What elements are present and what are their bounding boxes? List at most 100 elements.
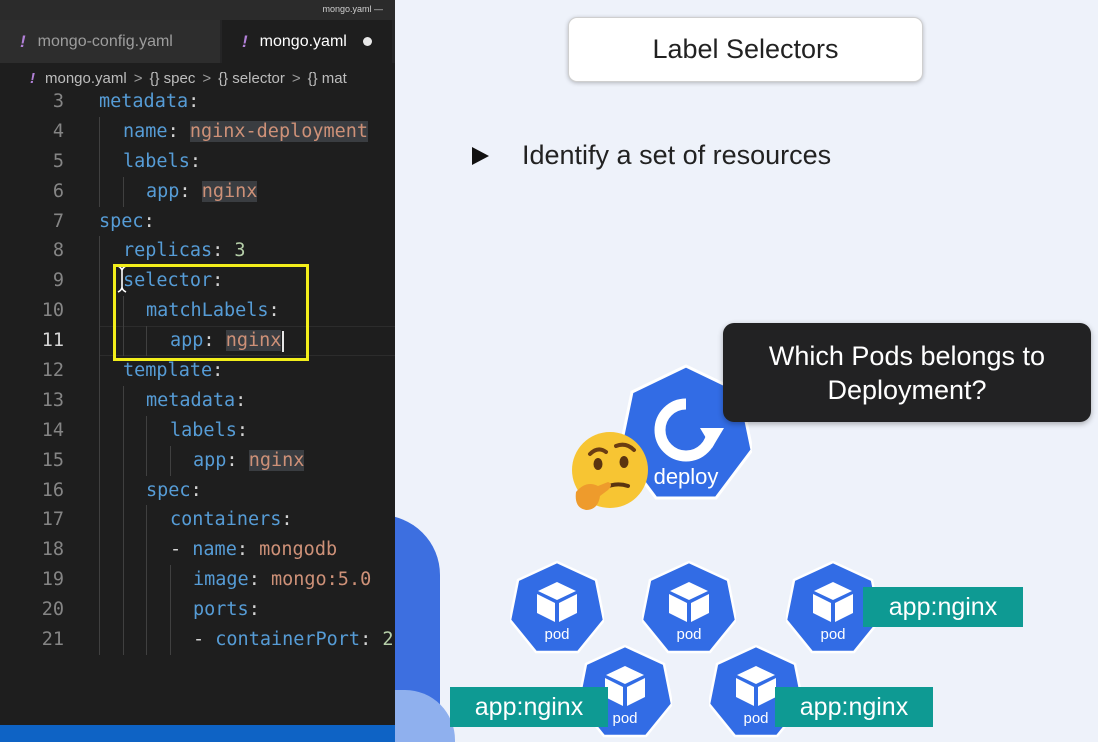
breadcrumb-separator: > — [133, 69, 143, 87]
line-number: 3 — [52, 91, 64, 112]
question-callout: Which Pods belongs to Deployment? — [723, 323, 1091, 422]
pod-label: pod — [544, 626, 570, 643]
code-line: 13 metadata: — [0, 385, 395, 416]
yaml-dash: - — [170, 539, 182, 561]
breadcrumb-item-file[interactable]: mongo.yaml — [45, 70, 127, 87]
code-line: 17 containers: — [0, 505, 395, 536]
code-editor[interactable]: mongo.yaml — ! mongo-config.yaml ! mongo… — [0, 0, 395, 742]
status-bar — [0, 725, 395, 742]
yaml-key: app — [193, 449, 227, 471]
unsaved-dot-icon[interactable] — [362, 37, 372, 46]
yaml-key: labels — [170, 419, 237, 441]
line-number: 7 — [52, 210, 64, 232]
line-number: 19 — [41, 569, 64, 591]
yaml-value: mongo:5.0 — [270, 569, 372, 591]
yaml-key: name — [123, 120, 168, 142]
yaml-colon: : — [248, 569, 260, 591]
line-number: 10 — [41, 300, 64, 322]
yaml-value: nginx — [248, 449, 305, 471]
line-number: 14 — [41, 419, 64, 441]
line-number: 12 — [41, 360, 64, 382]
yaml-colon: : — [190, 479, 202, 501]
line-number: 9 — [52, 270, 64, 292]
pod-label: pod — [676, 626, 702, 643]
code-area[interactable]: 3 metadata: 4 name: nginx-deployment 5 labe… — [0, 87, 395, 655]
label-tag: app:nginx — [863, 587, 1023, 627]
yaml-colon: : — [360, 629, 372, 651]
pod-label: pod — [820, 626, 846, 643]
code-line: 21 - containerPort: 2 — [0, 625, 395, 655]
code-line: 15 app: nginx — [0, 445, 395, 476]
code-line: 20 ports: — [0, 595, 395, 626]
breadcrumb-separator: > — [291, 69, 301, 87]
slide-title: Label Selectors — [568, 17, 923, 82]
window-title-bar: mongo.yaml — — [0, 0, 395, 20]
code-line: 7 spec: — [0, 207, 395, 237]
code-line: 18 - name: mongodb — [0, 535, 395, 566]
yaml-key: containers — [170, 509, 282, 531]
tab-mongo-yaml[interactable]: ! mongo.yaml — [222, 20, 392, 63]
line-number: 13 — [41, 389, 64, 411]
tab-mongo-config-yaml[interactable]: ! mongo-config.yaml — [0, 20, 220, 63]
yaml-value: 3 — [234, 240, 246, 262]
editor-tab-bar: ! mongo-config.yaml ! mongo.yaml — [0, 20, 395, 63]
line-number: 20 — [41, 599, 64, 621]
yaml-key: metadata — [146, 389, 236, 411]
yaml-key: template — [123, 360, 213, 382]
yaml-key: containerPort — [215, 629, 361, 651]
yaml-colon: : — [248, 599, 260, 621]
yaml-key: ports — [193, 599, 249, 621]
bullet-point: Identify a set of resources — [472, 140, 831, 171]
bullet-text: Identify a set of resources — [522, 140, 832, 170]
line-number: 18 — [41, 539, 64, 561]
yaml-key: labels — [123, 150, 190, 172]
yaml-key: app — [146, 180, 180, 202]
breadcrumb-item-selector[interactable]: {} selector — [218, 70, 285, 87]
thinking-face-icon — [572, 432, 648, 510]
yaml-file-icon: ! — [30, 69, 35, 87]
yaml-colon: : — [212, 360, 224, 382]
yaml-colon: : — [281, 509, 293, 531]
yaml-colon: : — [189, 150, 201, 172]
yaml-colon: : — [188, 91, 200, 112]
yaml-key: name — [192, 539, 237, 561]
breadcrumb-item-spec[interactable]: {} spec — [149, 70, 195, 87]
yaml-colon: : — [143, 210, 155, 232]
line-number: 15 — [41, 449, 64, 471]
yaml-key: image — [193, 569, 249, 591]
yaml-colon: : — [236, 539, 248, 561]
line-number: 17 — [41, 509, 64, 531]
yaml-key: spec — [99, 210, 144, 232]
decorative-shape — [395, 690, 455, 742]
breadcrumb-separator: > — [202, 69, 212, 87]
yaml-colon: : — [235, 389, 247, 411]
code-line: 3 metadata: — [0, 87, 395, 117]
yaml-colon: : — [226, 449, 238, 471]
yaml-file-icon: ! — [20, 31, 26, 51]
selector-highlight-box — [113, 264, 309, 361]
yaml-colon: : — [179, 180, 191, 202]
line-number: 21 — [41, 629, 64, 651]
line-number: 8 — [52, 240, 64, 262]
triangle-bullet-icon — [472, 146, 489, 165]
line-number: 6 — [52, 180, 64, 202]
yaml-key: metadata — [99, 91, 189, 112]
label-tag: app:nginx — [450, 687, 608, 727]
callout-line: Which Pods belongs to — [768, 341, 1046, 371]
code-line: 8 replicas: 3 — [0, 236, 395, 267]
yaml-dash: - — [193, 629, 205, 651]
yaml-value: nginx-deployment — [189, 120, 369, 142]
yaml-value: nginx — [201, 180, 258, 202]
yaml-colon: : — [167, 120, 179, 142]
yaml-value: mongodb — [259, 539, 338, 561]
yaml-colon: : — [236, 419, 248, 441]
pod-icon: pod — [510, 560, 604, 656]
code-line: 4 name: nginx-deployment — [0, 116, 395, 147]
callout-line: Deployment? — [827, 375, 987, 405]
yaml-colon: : — [212, 240, 224, 262]
line-number: 4 — [52, 120, 64, 142]
breadcrumb-item-matchlabels[interactable]: {} mat — [308, 70, 347, 87]
code-line: 16 spec: — [0, 475, 395, 506]
code-line: 5 labels: — [0, 146, 395, 177]
line-number: 11 — [41, 330, 64, 352]
